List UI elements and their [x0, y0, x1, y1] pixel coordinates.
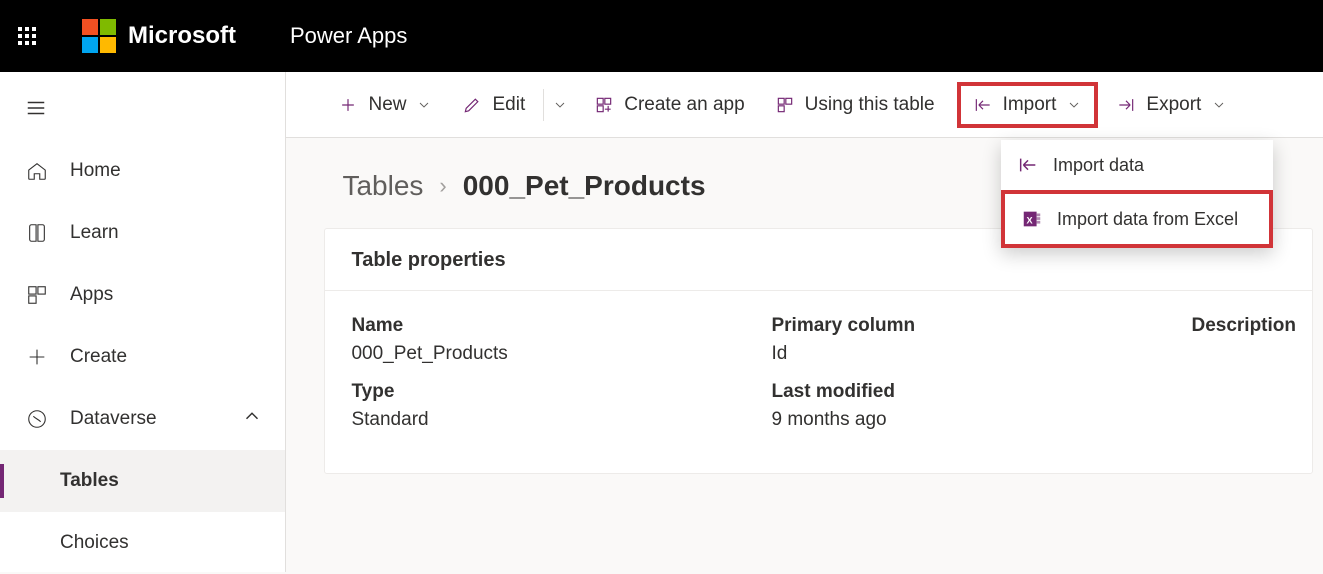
button-label: Using this table [805, 94, 935, 116]
prop-value-primary: Id [771, 343, 1181, 365]
sidebar: Home Learn Apps Create Dataverse Tables [0, 72, 286, 572]
button-label: Import [1003, 94, 1057, 116]
prop-value-modified: 9 months ago [771, 409, 1181, 431]
prop-label-type: Type [351, 381, 761, 403]
import-menu: Import data X Import data from Excel [1001, 140, 1273, 248]
import-icon [1017, 154, 1039, 176]
pencil-icon [462, 95, 482, 115]
sidebar-item-dataverse[interactable]: Dataverse [0, 388, 285, 450]
edit-split-button[interactable] [543, 89, 576, 121]
plus-icon [26, 346, 48, 368]
breadcrumb-current: 000_Pet_Products [463, 170, 706, 202]
create-app-button[interactable]: Create an app [582, 86, 756, 124]
chevron-down-icon [416, 97, 432, 113]
app-grid-icon [594, 95, 614, 115]
microsoft-brand: Microsoft [82, 19, 236, 53]
export-icon [1116, 95, 1136, 115]
prop-label-description: Description [1191, 315, 1296, 337]
chevron-right-icon: › [439, 173, 446, 199]
prop-label-name: Name [351, 315, 761, 337]
sidebar-item-label: Apps [70, 284, 113, 306]
microsoft-text: Microsoft [128, 22, 236, 50]
breadcrumb-parent[interactable]: Tables [342, 170, 423, 202]
prop-value-name: 000_Pet_Products [351, 343, 761, 365]
sidebar-item-label: Dataverse [70, 408, 157, 430]
import-icon [973, 95, 993, 115]
prop-value-type: Standard [351, 409, 761, 431]
hamburger-icon [25, 97, 47, 119]
edit-button[interactable]: Edit [450, 86, 537, 124]
sidebar-item-tables[interactable]: Tables [0, 450, 285, 512]
new-button[interactable]: New [326, 86, 444, 124]
app-launcher-icon[interactable] [18, 27, 36, 45]
chevron-down-icon [1211, 97, 1227, 113]
import-from-excel-item[interactable]: X Import data from Excel [1001, 190, 1273, 248]
command-bar: New Edit Create an app Using this table … [286, 72, 1323, 138]
sidebar-item-choices[interactable]: Choices [0, 512, 285, 574]
global-header: Microsoft Power Apps [0, 0, 1323, 72]
sidebar-item-create[interactable]: Create [0, 326, 285, 388]
button-label: Export [1146, 94, 1201, 116]
dataverse-icon [26, 408, 48, 430]
content-area: New Edit Create an app Using this table … [286, 72, 1323, 572]
menu-item-label: Import data from Excel [1057, 209, 1238, 230]
app-title[interactable]: Power Apps [290, 23, 407, 49]
button-label: Edit [492, 94, 525, 116]
using-this-table-button[interactable]: Using this table [763, 86, 947, 124]
prop-label-modified: Last modified [771, 381, 1181, 403]
sidebar-item-label: Choices [60, 532, 129, 554]
sidebar-item-home[interactable]: Home [0, 140, 285, 202]
chevron-down-icon [552, 97, 568, 113]
sidebar-item-label: Home [70, 160, 121, 182]
microsoft-logo-icon [82, 19, 116, 53]
book-icon [26, 222, 48, 244]
import-button[interactable]: Import [957, 82, 1099, 128]
sidebar-item-label: Tables [60, 470, 119, 492]
button-label: New [368, 94, 406, 116]
plus-icon [338, 95, 358, 115]
excel-icon: X [1021, 208, 1043, 230]
table-icon [775, 95, 795, 115]
home-icon [26, 160, 48, 182]
prop-label-primary: Primary column [771, 315, 1181, 337]
import-data-item[interactable]: Import data [1001, 140, 1273, 190]
sidebar-item-learn[interactable]: Learn [0, 202, 285, 264]
chevron-up-icon [241, 405, 263, 433]
svg-text:X: X [1027, 216, 1034, 226]
menu-item-label: Import data [1053, 155, 1144, 176]
table-properties-card: Table properties Name 000_Pet_Products T… [324, 228, 1313, 474]
hamburger-menu-button[interactable] [12, 84, 60, 132]
button-label: Create an app [624, 94, 744, 116]
export-button[interactable]: Export [1104, 86, 1239, 124]
apps-icon [26, 284, 48, 306]
sidebar-item-apps[interactable]: Apps [0, 264, 285, 326]
sidebar-item-label: Learn [70, 222, 119, 244]
sidebar-item-label: Create [70, 346, 127, 368]
chevron-down-icon [1066, 97, 1082, 113]
